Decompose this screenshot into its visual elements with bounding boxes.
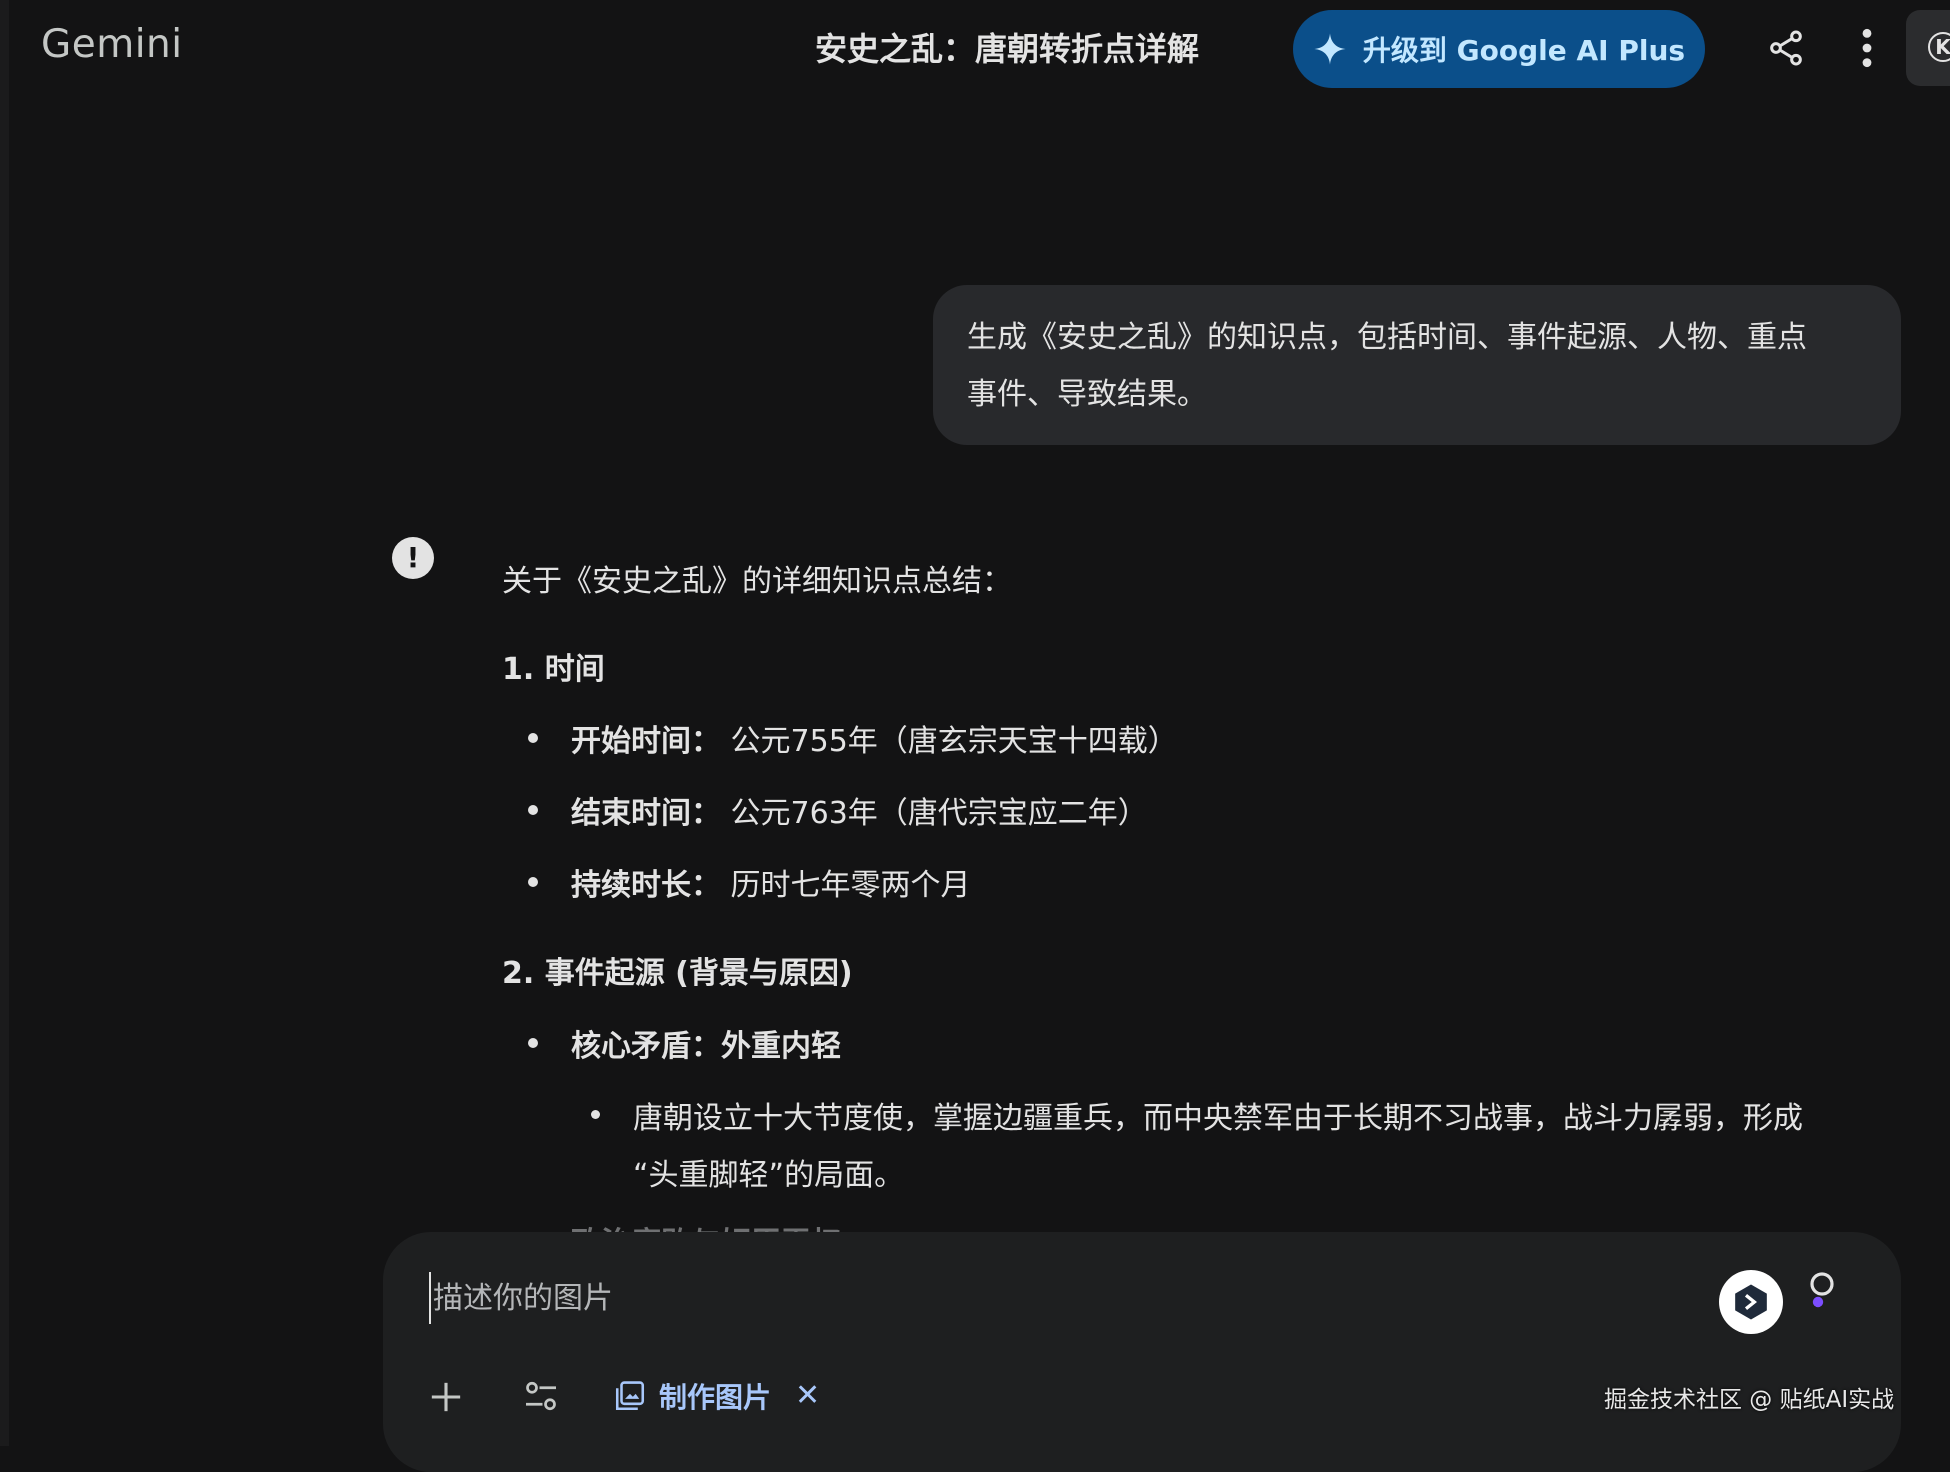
sub-item-line: 唐朝设立十大节度使，掌握边疆重兵，而中央禁军由于长期不习战事，战斗力孱弱，形成 xyxy=(633,1101,1803,1136)
bullet xyxy=(528,1038,538,1048)
item-label: 开始时间： xyxy=(571,724,721,759)
response-intro: 关于《安史之乱》的详细知识点总结： xyxy=(502,564,1012,599)
add-icon[interactable] xyxy=(429,1380,463,1414)
make-image-chip[interactable]: 制作图片 xyxy=(613,1372,771,1420)
prompt-input[interactable] xyxy=(429,1272,1635,1324)
close-icon[interactable]: ✕ xyxy=(795,1372,820,1420)
composer: 制作图片 ✕ xyxy=(383,1232,1901,1472)
item-value: 历时七年零两个月 xyxy=(730,868,971,903)
make-image-label: 制作图片 xyxy=(659,1381,772,1414)
item-value: 公元755年（唐玄宗天宝十四载） xyxy=(730,724,1178,759)
bullet xyxy=(528,733,538,743)
section-heading: 2. 事件起源 (背景与原因) xyxy=(502,956,853,991)
bullet xyxy=(528,877,538,887)
hexagon-icon xyxy=(1735,1284,1767,1320)
sub-bullet xyxy=(591,1110,600,1119)
item-label: 持续时长： xyxy=(571,868,721,903)
list-item: 结束时间： 公元763年（唐代宗宝应二年） xyxy=(571,788,1148,832)
microphone-icon[interactable] xyxy=(1808,1272,1836,1312)
response-content: 关于《安史之乱》的详细知识点总结： 1. 时间 开始时间： 公元755年（唐玄宗… xyxy=(0,0,1950,1236)
list-item: 持续时长： 历时七年零两个月 xyxy=(571,860,971,904)
watermark: 掘金技术社区 @ 贴纸AI实战 xyxy=(1604,1387,1895,1413)
item-value: 公元763年（唐代宗宝应二年） xyxy=(730,796,1148,831)
tools-icon[interactable] xyxy=(523,1378,559,1414)
list-item: 核心矛盾：外重内轻 xyxy=(571,1029,841,1064)
section-heading: 1. 时间 xyxy=(502,652,605,687)
item-label: 结束时间： xyxy=(571,796,721,831)
image-icon xyxy=(615,1381,645,1411)
sub-item-line: “头重脚轻”的局面。 xyxy=(633,1158,905,1193)
list-item: 开始时间： 公元755年（唐玄宗天宝十四载） xyxy=(571,716,1178,760)
extension-button[interactable] xyxy=(1719,1270,1783,1334)
bullet xyxy=(528,805,538,815)
